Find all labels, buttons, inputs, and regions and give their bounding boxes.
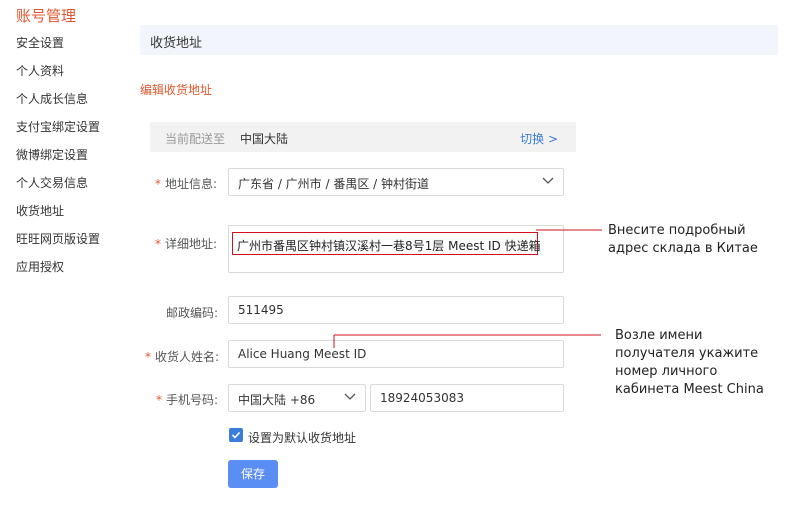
annotation-note-recipient: Возле имени получателя укажите номер лич…	[615, 328, 764, 397]
annotation-note-address: Внесите подробный адрес склада в Китае	[608, 223, 758, 256]
